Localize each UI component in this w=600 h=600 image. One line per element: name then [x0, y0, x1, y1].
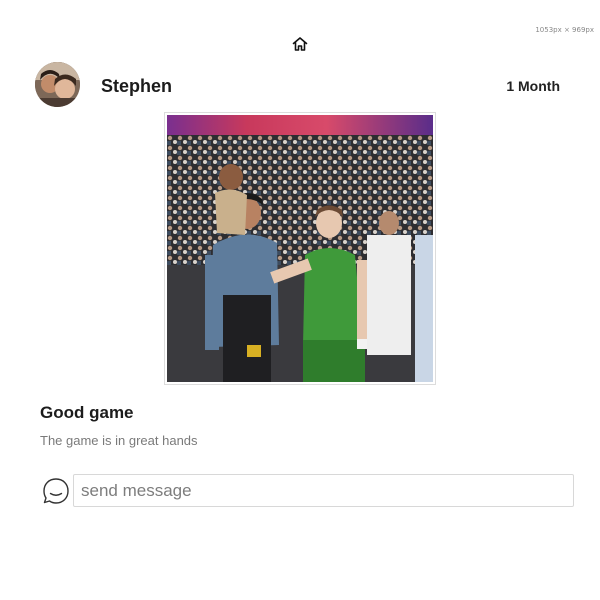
message-input[interactable] [73, 474, 574, 507]
post-page: 1053px × 969px Stephen 1 Month Good game… [0, 0, 600, 600]
post-image [164, 112, 436, 385]
viewport-size-label: 1053px × 969px [535, 26, 594, 34]
post-caption: The game is in great hands [40, 433, 198, 448]
post-photo [167, 115, 433, 382]
home-icon [292, 37, 308, 51]
post-title: Good game [40, 403, 134, 422]
chat-bubble-icon-graphic [43, 478, 69, 504]
avatar-image [35, 62, 80, 107]
post-header: Stephen 1 Month [35, 62, 565, 108]
home-button[interactable] [291, 35, 309, 53]
chat-bubble-icon[interactable] [41, 476, 71, 506]
comment-row [41, 474, 574, 508]
author-name[interactable]: Stephen [101, 76, 172, 97]
post-age: 1 Month [506, 78, 560, 94]
avatar[interactable] [35, 62, 80, 107]
